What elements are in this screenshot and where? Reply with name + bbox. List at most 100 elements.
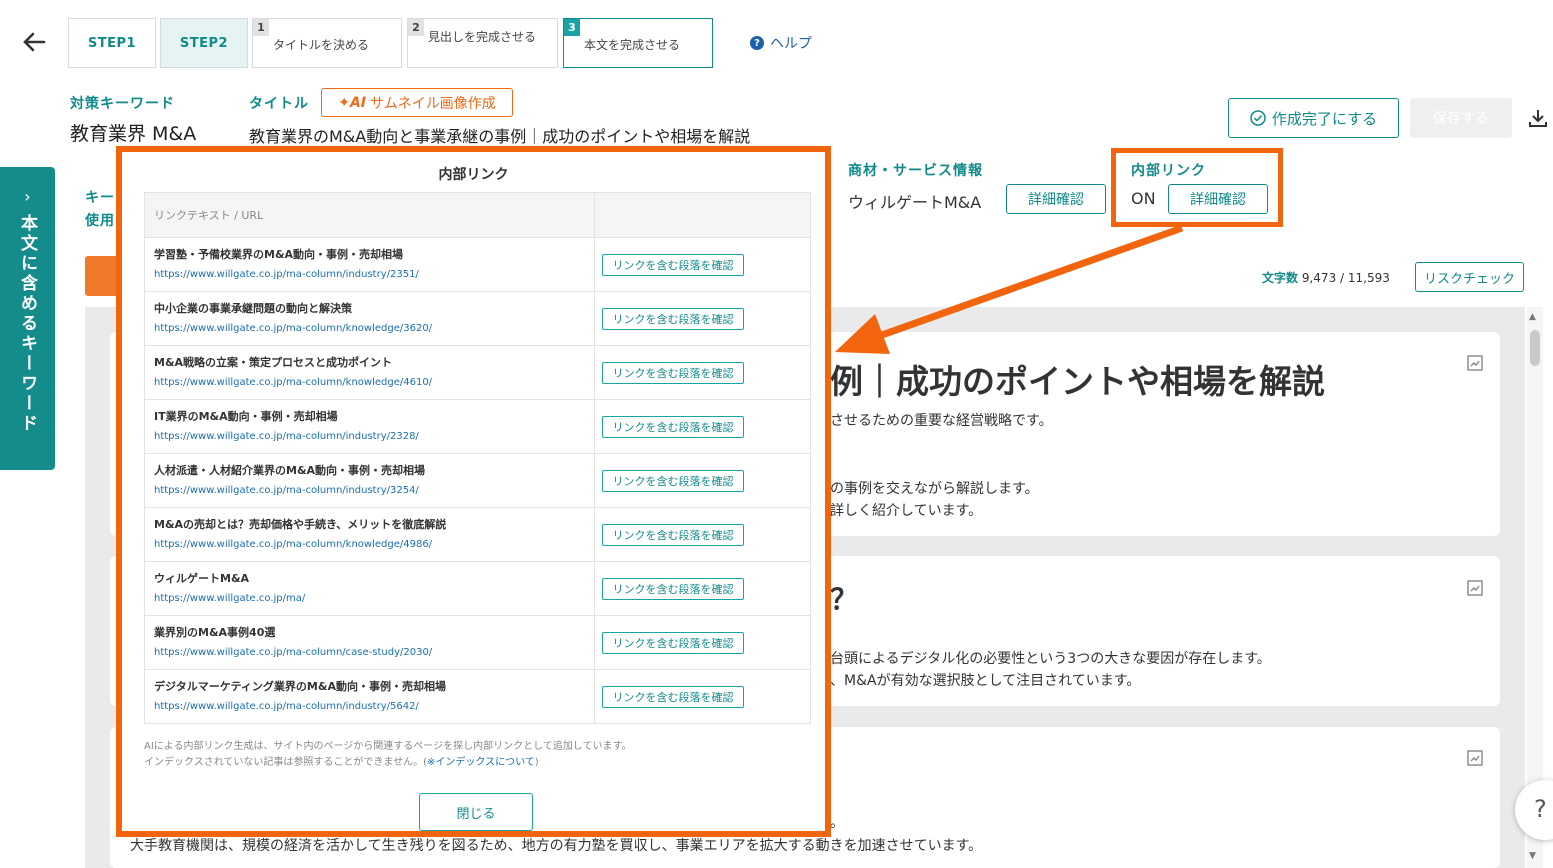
link-url[interactable]: https://www.willgate.co.jp/ma-column/kno… [154, 539, 594, 551]
callout-arrow [835, 224, 1184, 354]
link-url[interactable]: https://www.willgate.co.jp/ma-column/ind… [154, 431, 594, 443]
action-cell: リンクを含む段落を確認 [594, 399, 811, 454]
keyword-value: 教育業界 M&A [70, 123, 197, 145]
title-label: タイトル [249, 96, 309, 112]
link-cell: 人材派遣・人材紹介業界のM&A動向・事例・売却相場 https://www.wil… [144, 453, 595, 508]
link-url[interactable]: https://www.willgate.co.jp/ma/ [154, 593, 594, 605]
internal-link-table: リンクテキスト / URL 学習塾・予備校業界のM&A動向・事例・売却相場 htt… [144, 192, 811, 724]
link-cell: 中小企業の事業承継問題の動向と解決策 https://www.willgate.c… [144, 291, 595, 346]
link-cell: ウィルゲートM&A https://www.willgate.co.jp/ma/ [144, 561, 595, 616]
column-header-empty [594, 192, 811, 238]
intro-paragraph-2: の事例を交えながら解説します。 [830, 481, 1039, 497]
check-paragraph-button[interactable]: リンクを含む段落を確認 [602, 361, 744, 384]
article-heading: 例｜成功のポイントや相場を解説 [830, 362, 1325, 401]
scrollbar-thumb[interactable] [1530, 330, 1540, 366]
download-icon[interactable] [1526, 106, 1550, 130]
usage-label: 使用 [85, 213, 115, 229]
table-row: M&Aの売却とは？売却価格や手続き、メリットを徹底解説 https://www.w… [144, 507, 811, 562]
check-paragraph-button[interactable]: リンクを含む段落を確認 [602, 577, 744, 600]
link-url[interactable]: https://www.willgate.co.jp/ma-column/cas… [154, 647, 594, 659]
index-info-link[interactable]: ※インデックスについて [427, 757, 535, 768]
check-paragraph-button[interactable]: リンクを含む段落を確認 [602, 523, 744, 546]
link-url[interactable]: https://www.willgate.co.jp/ma-column/ind… [154, 485, 594, 497]
column-header: リンクテキスト / URL [144, 192, 595, 238]
substep-label: 見出しを完成させる [428, 30, 537, 44]
action-cell: リンクを含む段落を確認 [594, 453, 811, 508]
help-link[interactable]: ? ヘルプ [750, 33, 812, 53]
action-cell: リンクを含む段落を確認 [594, 237, 811, 292]
check-paragraph-button[interactable]: リンクを含む段落を確認 [602, 253, 744, 276]
risk-check-button[interactable]: リスクチェック [1415, 262, 1524, 292]
link-url[interactable]: https://www.willgate.co.jp/ma-column/kno… [154, 377, 594, 389]
link-url[interactable]: https://www.willgate.co.jp/ma-column/ind… [154, 269, 594, 281]
thumbnail-create-button[interactable]: ✦AI サムネイル画像作成 [321, 88, 513, 117]
action-cell: リンクを含む段落を確認 [594, 507, 811, 562]
check-paragraph-button[interactable]: リンクを含む段落を確認 [602, 469, 744, 492]
link-cell: M&A戦略の立案・策定プロセスと成功ポイント https://www.willga… [144, 345, 595, 400]
link-cell: M&Aの売却とは？売却価格や手続き、メリットを徹底解説 https://www.w… [144, 507, 595, 562]
export-icon[interactable] [1466, 749, 1484, 767]
link-title: 学習塾・予備校業界のM&A動向・事例・売却相場 [154, 248, 404, 261]
link-url[interactable]: https://www.willgate.co.jp/ma-column/ind… [154, 701, 594, 713]
back-arrow-icon[interactable] [20, 28, 48, 56]
action-cell: リンクを含む段落を確認 [594, 561, 811, 616]
chevron-right-icon: › [24, 187, 31, 206]
link-title: IT業界のM&A動向・事例・売却相場 [154, 410, 338, 423]
link-cell: 業界別のM&A事例40選 https://www.willgate.co.jp/m… [144, 615, 595, 670]
intro-paragraph-1: させるための重要な経営戦略です。 [830, 413, 1053, 429]
check-paragraph-button[interactable]: リンクを含む段落を確認 [602, 415, 744, 438]
note-line-1: AIによる内部リンク生成は、サイト内のページから関連するページを探し内部リンクと… [144, 741, 632, 752]
product-info-value: ウィルゲートM&A [848, 193, 982, 212]
export-icon[interactable] [1466, 579, 1484, 597]
substep-label: 本文を完成させる [584, 38, 681, 52]
link-url[interactable]: https://www.willgate.co.jp/ma-column/kno… [154, 323, 594, 335]
step1-tab[interactable]: STEP1 [68, 18, 156, 68]
step2-tab[interactable]: STEP2 [160, 18, 248, 68]
product-detail-button[interactable]: 詳細確認 [1006, 184, 1106, 214]
link-title: ウィルゲートM&A [154, 572, 250, 585]
export-icon[interactable] [1466, 354, 1484, 372]
check-paragraph-button[interactable]: リンクを含む段落を確認 [602, 307, 744, 330]
section-paragraph-3: 。 [830, 815, 844, 831]
scroll-down-icon[interactable]: ▼ [1529, 851, 1536, 861]
link-cell: デジタルマーケティング業界のM&A動向・事例・売却相場 https://www.w… [144, 669, 595, 724]
char-count: 文字数 9,473 / 11,593 [1262, 269, 1390, 286]
char-count-label: 文字数 [1262, 271, 1299, 285]
link-title: 業界別のM&A事例40選 [154, 626, 276, 639]
scroll-up-icon[interactable]: ▲ [1529, 312, 1536, 322]
substep-number: 1 [253, 19, 269, 36]
link-title: M&Aの売却とは？売却価格や手続き、メリットを徹底解説 [154, 518, 447, 531]
link-cell: IT業界のM&A動向・事例・売却相場 https://www.willgate.c… [144, 399, 595, 454]
save-button[interactable]: 保存する [1410, 98, 1512, 138]
check-paragraph-button[interactable]: リンクを含む段落を確認 [602, 685, 744, 708]
product-info-label: 商材・サービス情報 [848, 163, 983, 179]
substep-label: タイトルを決める [273, 38, 370, 52]
complete-button[interactable]: 作成完了にする [1228, 98, 1399, 138]
action-cell: リンクを含む段落を確認 [594, 345, 811, 400]
link-title: M&A戦略の立案・策定プロセスと成功ポイント [154, 356, 393, 369]
link-title: 人材派遣・人材紹介業界のM&A動向・事例・売却相場 [154, 464, 426, 477]
side-tab-label: 本文に含めるキーワード [17, 214, 37, 434]
modal-note: AIによる内部リンク生成は、サイト内のページから関連するページを探し内部リンクと… [144, 739, 632, 771]
table-row: ウィルゲートM&A https://www.willgate.co.jp/ma/リ… [144, 561, 811, 616]
table-row: M&A戦略の立案・策定プロセスと成功ポイント https://www.willga… [144, 345, 811, 400]
substep-title[interactable]: 1 タイトルを決める [252, 18, 402, 68]
action-cell: リンクを含む段落を確認 [594, 669, 811, 724]
action-cell: リンクを含む段落を確認 [594, 291, 811, 346]
substep-body[interactable]: 3 本文を完成させる [563, 18, 713, 68]
table-row: 人材派遣・人材紹介業界のM&A動向・事例・売却相場 https://www.wil… [144, 453, 811, 508]
close-button[interactable]: 閉じる [419, 793, 533, 831]
note-line-2: インデックスされていない記事は参照することができません。(※インデックスについて… [144, 757, 539, 768]
thumbnail-label: サムネイル画像作成 [370, 95, 496, 112]
substep-number: 2 [408, 19, 424, 36]
table-row: 中小企業の事業承継問題の動向と解決策 https://www.willgate.c… [144, 291, 811, 346]
body-keywords-tab[interactable]: › 本文に含めるキーワード [0, 167, 55, 470]
table-row: デジタルマーケティング業界のM&A動向・事例・売却相場 https://www.w… [144, 669, 811, 724]
intro-paragraph-3: 詳しく紹介しています。 [830, 503, 983, 519]
char-count-value: 9,473 / 11,593 [1301, 271, 1390, 285]
ai-sparkle-icon: ✦AI [338, 94, 367, 111]
substep-headings[interactable]: 2 見出しを完成させる [407, 18, 558, 68]
check-paragraph-button[interactable]: リンクを含む段落を確認 [602, 631, 744, 654]
article-title: 教育業界のM&A動向と事業承継の事例｜成功のポイントや相場を解説 [249, 127, 751, 146]
link-title: 中小企業の事業承継問題の動向と解決策 [154, 302, 352, 315]
